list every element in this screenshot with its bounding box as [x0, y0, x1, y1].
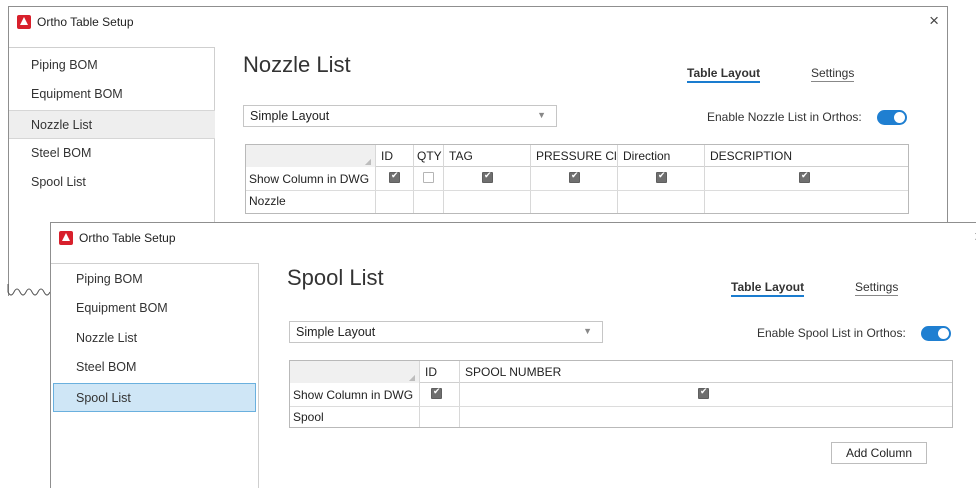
row-label-show-column: Show Column in DWG — [293, 388, 414, 402]
checkbox-description[interactable] — [799, 170, 810, 183]
page-title: Nozzle List — [243, 52, 351, 77]
sidebar-item-steel-bom[interactable]: Steel BOM — [51, 353, 259, 382]
tab-settings[interactable]: Settings — [855, 280, 899, 296]
front-title-bar: Ortho Table Setup × — [51, 223, 976, 253]
table-row: Show Column in DWG — [246, 167, 908, 191]
column-header-spool-number[interactable]: SPOOL NUMBER — [465, 365, 561, 379]
back-window-title: Ortho Table Setup — [37, 15, 134, 29]
column-header-description[interactable]: DESCRIPTION — [710, 149, 792, 163]
chevron-down-icon: ▼ — [537, 110, 546, 120]
checkbox-spool-number[interactable] — [698, 386, 709, 399]
table-row: Nozzle — [246, 191, 908, 213]
columns-grid: ID QTY TAG PRESSURE Cl Direction DESCRIP… — [245, 144, 909, 214]
layout-select-value: Simple Layout — [250, 109, 330, 123]
checkbox-tag[interactable] — [482, 170, 493, 183]
tab-settings[interactable]: Settings — [811, 66, 855, 82]
front-dialog-window: Ortho Table Setup × Piping BOM Equipment… — [50, 222, 976, 488]
enable-label: Enable Nozzle List in Orthos: — [707, 110, 862, 124]
sidebar-item-equipment-bom[interactable]: Equipment BOM — [9, 80, 215, 109]
enable-label: Enable Spool List in Orthos: — [757, 326, 906, 340]
layout-select[interactable]: Simple Layout ▼ — [243, 105, 557, 127]
front-sidebar: Piping BOM Equipment BOM Nozzle List Ste… — [51, 263, 259, 488]
torn-edge-divider — [7, 284, 51, 296]
checkbox-pressure-class[interactable] — [569, 170, 580, 183]
sidebar-item-piping-bom[interactable]: Piping BOM — [9, 51, 215, 80]
table-row: Show Column in DWG — [290, 383, 952, 407]
column-header-id[interactable]: ID — [381, 149, 393, 163]
tab-table-layout[interactable]: Table Layout — [731, 280, 805, 297]
column-header-direction[interactable]: Direction — [623, 149, 670, 163]
column-header-qty[interactable]: QTY — [417, 149, 442, 163]
checkbox-direction[interactable] — [656, 170, 667, 183]
sidebar-item-piping-bom[interactable]: Piping BOM — [51, 265, 259, 294]
columns-grid: ID SPOOL NUMBER Show Column in DWG Spool — [289, 360, 953, 428]
row-label-nozzle: Nozzle — [249, 194, 286, 208]
front-window-title: Ortho Table Setup — [79, 231, 176, 245]
tab-table-layout[interactable]: Table Layout — [687, 66, 761, 83]
enable-toggle[interactable] — [877, 110, 907, 125]
checkbox-id[interactable] — [389, 170, 400, 183]
column-header-pressure-class[interactable]: PRESSURE Cl — [536, 149, 618, 163]
column-header-tag[interactable]: TAG — [449, 149, 473, 163]
back-title-bar: Ortho Table Setup × — [9, 7, 947, 37]
column-header-id[interactable]: ID — [425, 365, 437, 379]
autocad-logo-icon — [17, 15, 31, 29]
layout-select-value: Simple Layout — [296, 325, 376, 339]
checkbox-qty[interactable] — [423, 172, 434, 183]
sidebar-item-spool-list[interactable]: Spool List — [9, 168, 215, 197]
sidebar-item-spool-list[interactable]: Spool List — [53, 383, 256, 412]
row-label-spool: Spool — [293, 410, 324, 424]
checkbox-id[interactable] — [431, 386, 442, 399]
sidebar-item-steel-bom[interactable]: Steel BOM — [9, 139, 215, 168]
chevron-down-icon: ▼ — [583, 326, 592, 336]
add-column-button[interactable]: Add Column — [831, 442, 927, 464]
close-icon[interactable]: × — [929, 11, 939, 31]
page-title: Spool List — [287, 265, 384, 290]
layout-select[interactable]: Simple Layout ▼ — [289, 321, 603, 343]
sidebar-item-equipment-bom[interactable]: Equipment BOM — [51, 294, 259, 323]
autocad-logo-icon — [59, 231, 73, 245]
table-row: Spool — [290, 407, 952, 428]
enable-toggle[interactable] — [921, 326, 951, 341]
sidebar-item-nozzle-list[interactable]: Nozzle List — [9, 110, 215, 139]
row-label-show-column: Show Column in DWG — [249, 172, 370, 186]
sidebar-item-nozzle-list[interactable]: Nozzle List — [51, 324, 259, 353]
